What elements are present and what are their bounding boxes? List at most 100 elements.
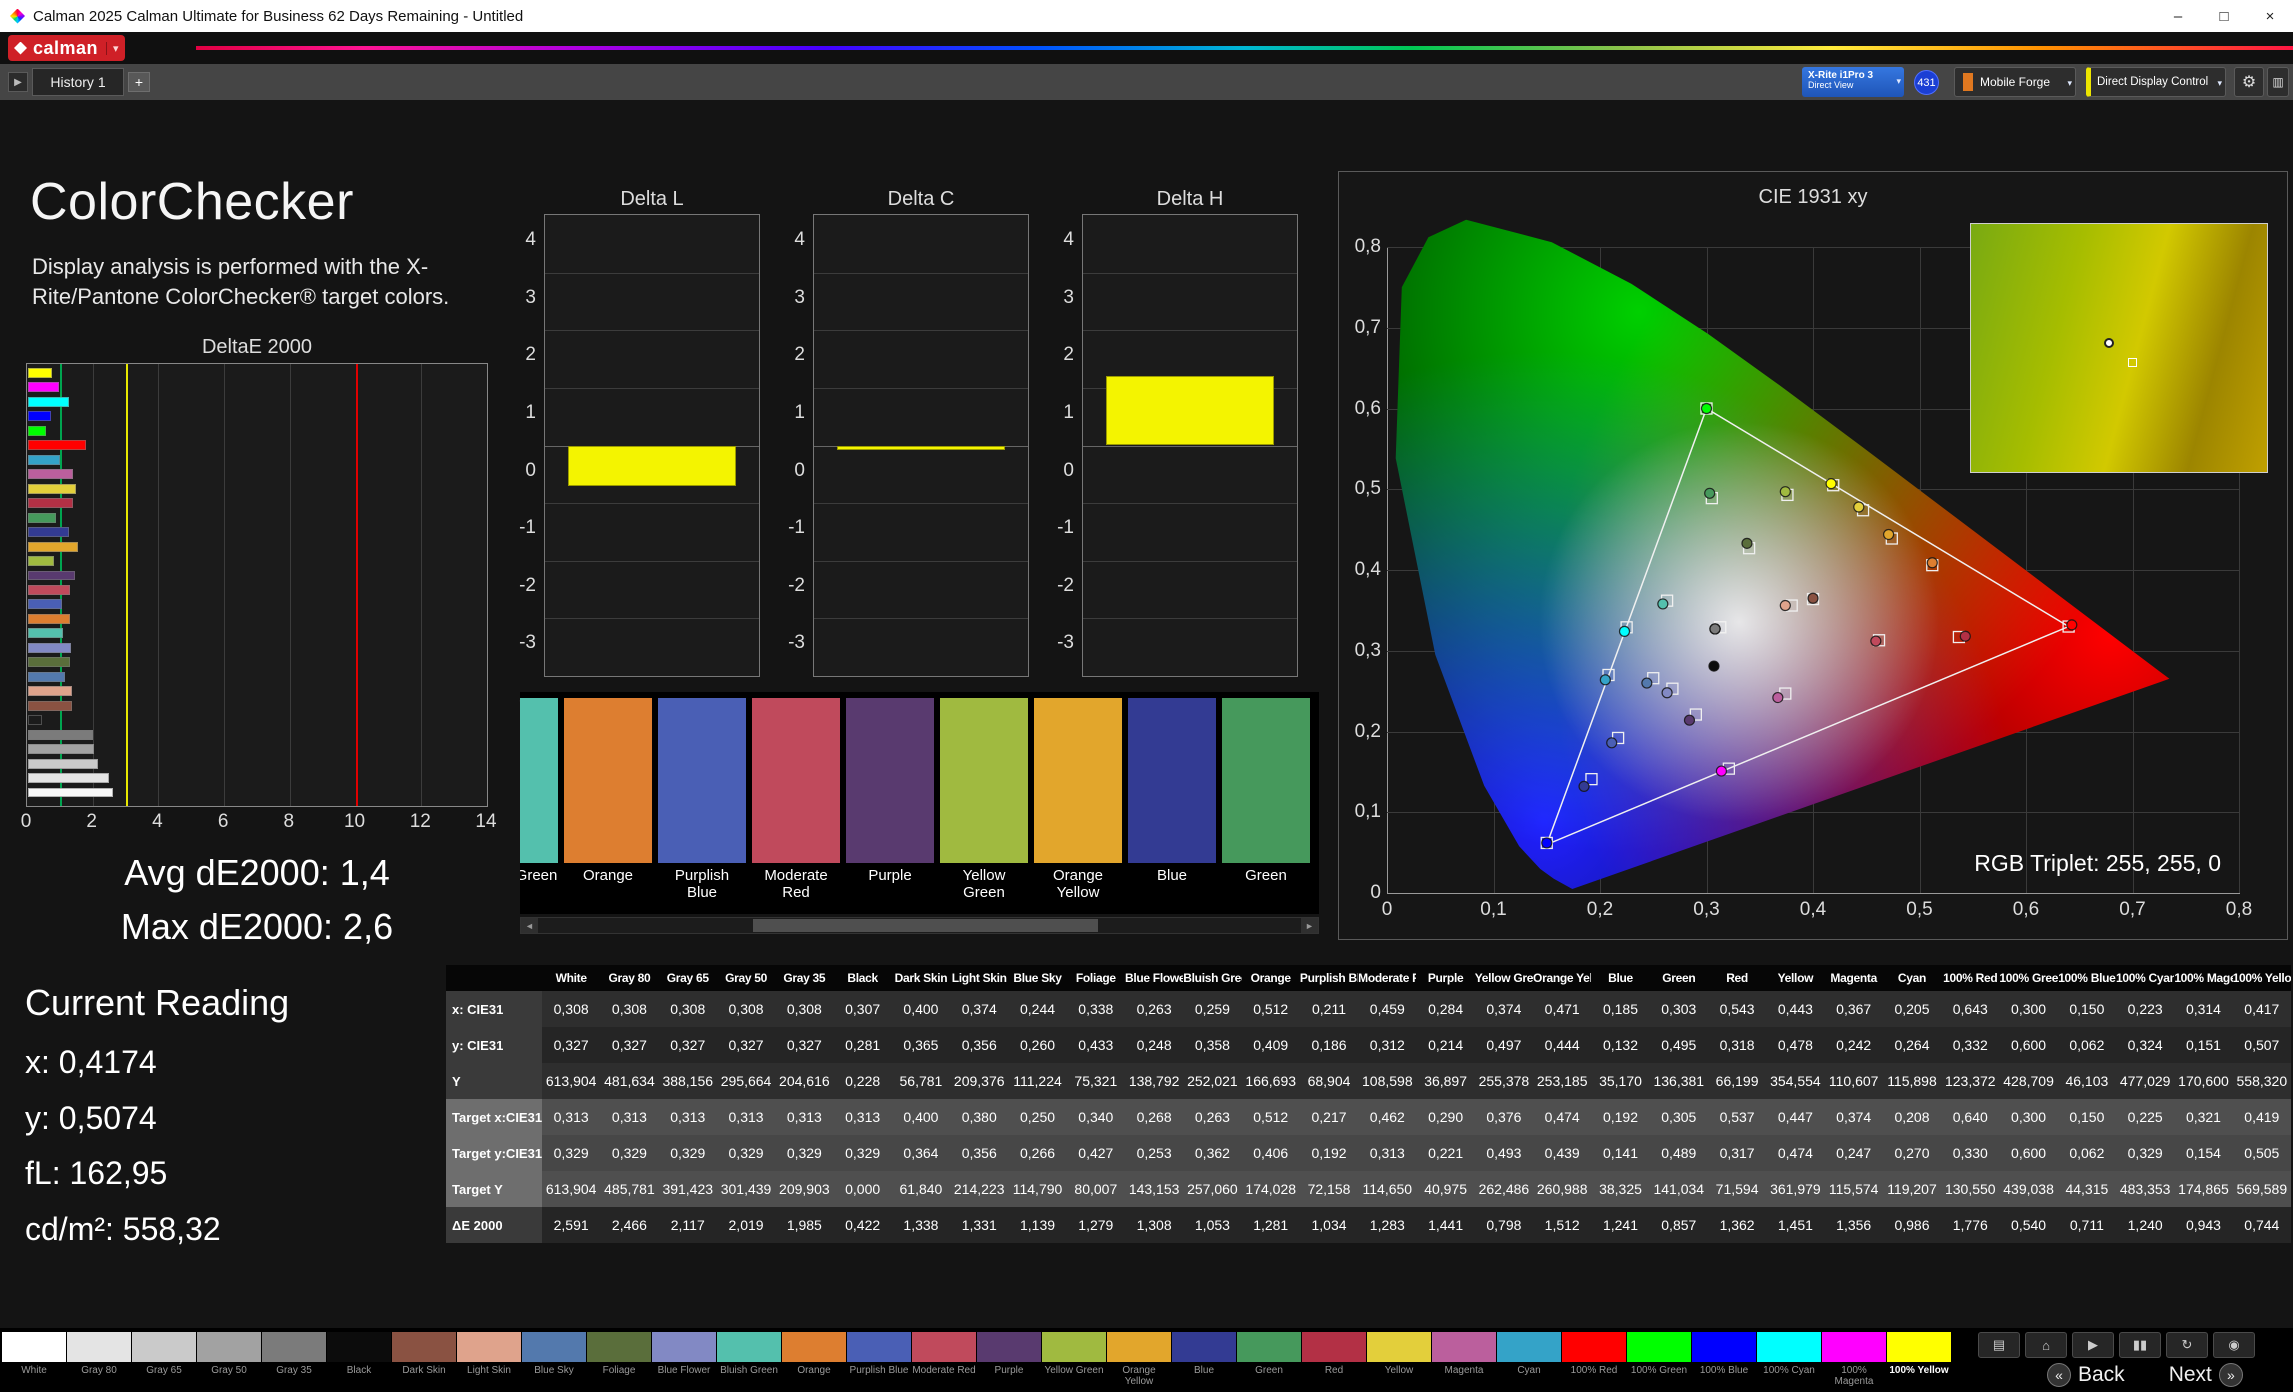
- bottom-swatch[interactable]: White: [2, 1332, 66, 1387]
- calman-logo-text: calman: [33, 38, 98, 59]
- table-cell: 0,505: [2233, 1135, 2291, 1171]
- bottom-swatch[interactable]: Yellow Green: [1042, 1332, 1106, 1387]
- bottom-swatch[interactable]: Orange Yellow: [1107, 1332, 1171, 1387]
- scroll-left-button[interactable]: ◄: [521, 918, 538, 933]
- bottom-swatch[interactable]: Foliage: [587, 1332, 651, 1387]
- layout-grid-icon[interactable]: ▥: [2267, 67, 2289, 97]
- home-icon[interactable]: ⌂: [2025, 1332, 2067, 1358]
- bottom-swatch[interactable]: Blue Flower: [652, 1332, 716, 1387]
- bottom-swatch[interactable]: 100% Yellow: [1887, 1332, 1951, 1387]
- patch-swatch[interactable]: Green: [1222, 698, 1310, 902]
- patch-color: [1128, 698, 1216, 863]
- bottom-swatch[interactable]: Blue Sky: [522, 1332, 586, 1387]
- bottom-swatch[interactable]: Black: [327, 1332, 391, 1387]
- bottom-swatch[interactable]: 100% Magenta: [1822, 1332, 1886, 1387]
- swatch-color: [1757, 1332, 1821, 1362]
- history-expand-button[interactable]: ▶: [8, 72, 28, 92]
- swatch-color: [1692, 1332, 1756, 1362]
- bottom-swatch[interactable]: Yellow: [1367, 1332, 1431, 1387]
- patch-swatch[interactable]: Purple: [846, 698, 934, 902]
- play-icon[interactable]: ▶: [2072, 1332, 2114, 1358]
- bottom-swatch[interactable]: Green: [1237, 1332, 1301, 1387]
- bottom-swatch[interactable]: Light Skin: [457, 1332, 521, 1387]
- pause-icon[interactable]: ▮▮: [2119, 1332, 2161, 1358]
- swatch-label: 100% Green: [1627, 1365, 1691, 1376]
- table-cell: 0,439: [1533, 1135, 1591, 1171]
- column-header: Cyan: [1883, 965, 1941, 991]
- refresh-icon[interactable]: ↻: [2166, 1332, 2208, 1358]
- display-control-dropdown[interactable]: Direct Display Control ▾: [2086, 67, 2226, 97]
- patch-color: [940, 698, 1028, 863]
- patch-swatch[interactable]: Blue: [1128, 698, 1216, 902]
- table-cell: 0,242: [1825, 1027, 1883, 1063]
- bottom-swatch[interactable]: Cyan: [1497, 1332, 1561, 1387]
- gridline: [545, 388, 759, 389]
- bottom-swatch[interactable]: Magenta: [1432, 1332, 1496, 1387]
- scroll-right-button[interactable]: ►: [1301, 918, 1318, 933]
- deltae-bar: [28, 686, 72, 696]
- gear-icon[interactable]: ⚙: [2234, 67, 2264, 97]
- minimize-button[interactable]: –: [2155, 0, 2201, 32]
- patch-swatch[interactable]: Purplish Blue: [658, 698, 746, 902]
- bottom-swatch[interactable]: Gray 65: [132, 1332, 196, 1387]
- table-cell: 0,248: [1125, 1027, 1183, 1063]
- table-cell: 0,374: [1825, 1099, 1883, 1135]
- table-cell: 0,281: [833, 1027, 891, 1063]
- bottom-swatch[interactable]: Gray 50: [197, 1332, 261, 1387]
- bottom-swatch[interactable]: Blue: [1172, 1332, 1236, 1387]
- measured-point: [1773, 693, 1783, 703]
- record-icon[interactable]: ◉: [2213, 1332, 2255, 1358]
- bottom-swatch[interactable]: 100% Green: [1627, 1332, 1691, 1387]
- swatch-label: Yellow: [1367, 1365, 1431, 1376]
- scrollbar-track[interactable]: [538, 918, 1301, 933]
- bottom-swatch[interactable]: Purplish Blue: [847, 1332, 911, 1387]
- column-header: Yellow: [1766, 965, 1824, 991]
- column-header: Moderate Red: [1358, 965, 1416, 991]
- patch-label: Orange: [564, 868, 652, 885]
- bottom-swatch[interactable]: 100% Red: [1562, 1332, 1626, 1387]
- display-icon[interactable]: ▤: [1978, 1332, 2020, 1358]
- patch-strip-scrollbar[interactable]: ◄ ►: [520, 917, 1319, 934]
- axis-tick-label: -1: [1057, 517, 1074, 539]
- source-dropdown[interactable]: Mobile Forge ▾: [1954, 67, 2076, 97]
- patch-swatch[interactable]: Bluish Green: [520, 698, 558, 902]
- table-cell: 0,225: [2116, 1099, 2174, 1135]
- bottom-swatch[interactable]: Bluish Green: [717, 1332, 781, 1387]
- maximize-button[interactable]: □: [2201, 0, 2247, 32]
- table-cell: 1,512: [1533, 1207, 1591, 1243]
- table-cell: 0,338: [1067, 991, 1125, 1027]
- back-button[interactable]: « Back: [2040, 1363, 2125, 1387]
- patch-swatch[interactable]: Orange Yellow: [1034, 698, 1122, 902]
- meter-device-dropdown[interactable]: X-Rite i1Pro 3 Direct View ▾: [1802, 67, 1904, 97]
- swatch-color: [2, 1332, 66, 1362]
- tab-history-1[interactable]: History 1: [32, 68, 124, 96]
- bottom-swatch[interactable]: Red: [1302, 1332, 1366, 1387]
- bottom-swatch[interactable]: Purple: [977, 1332, 1041, 1387]
- bottom-swatch[interactable]: 100% Blue: [1692, 1332, 1756, 1387]
- patch-swatch[interactable]: Orange: [564, 698, 652, 902]
- meter-count-badge[interactable]: 431: [1914, 70, 1939, 95]
- table-cell: 0,228: [833, 1063, 891, 1099]
- bottom-swatch[interactable]: Moderate Red: [912, 1332, 976, 1387]
- patch-swatch[interactable]: Yellow Green: [940, 698, 1028, 902]
- inset-measured-point: [2104, 338, 2114, 348]
- patch-swatch[interactable]: Moderate Red: [752, 698, 840, 902]
- scrollbar-thumb[interactable]: [753, 919, 1098, 932]
- bottom-swatch[interactable]: Gray 80: [67, 1332, 131, 1387]
- add-tab-button[interactable]: +: [128, 72, 150, 92]
- axis-tick-label: 10: [344, 811, 365, 833]
- close-button[interactable]: ×: [2247, 0, 2293, 32]
- delta-l-chart: Delta L 43210-1-2-3-4: [504, 188, 764, 688]
- column-header: Orange: [1242, 965, 1300, 991]
- table-cell: 40,975: [1416, 1171, 1474, 1207]
- gridline: [545, 618, 759, 619]
- delta-bar: [1106, 376, 1274, 445]
- bottom-swatch[interactable]: Dark Skin: [392, 1332, 456, 1387]
- next-button[interactable]: Next »: [2169, 1363, 2250, 1387]
- bottom-swatch[interactable]: Orange: [782, 1332, 846, 1387]
- bottom-swatch[interactable]: Gray 35: [262, 1332, 326, 1387]
- bottom-swatch[interactable]: 100% Cyan: [1757, 1332, 1821, 1387]
- table-row: Target y:CIE310,3290,3290,3290,3290,3290…: [446, 1135, 2291, 1171]
- calman-logo-menu[interactable]: calman ▾: [8, 35, 125, 61]
- swatch-color: [262, 1332, 326, 1362]
